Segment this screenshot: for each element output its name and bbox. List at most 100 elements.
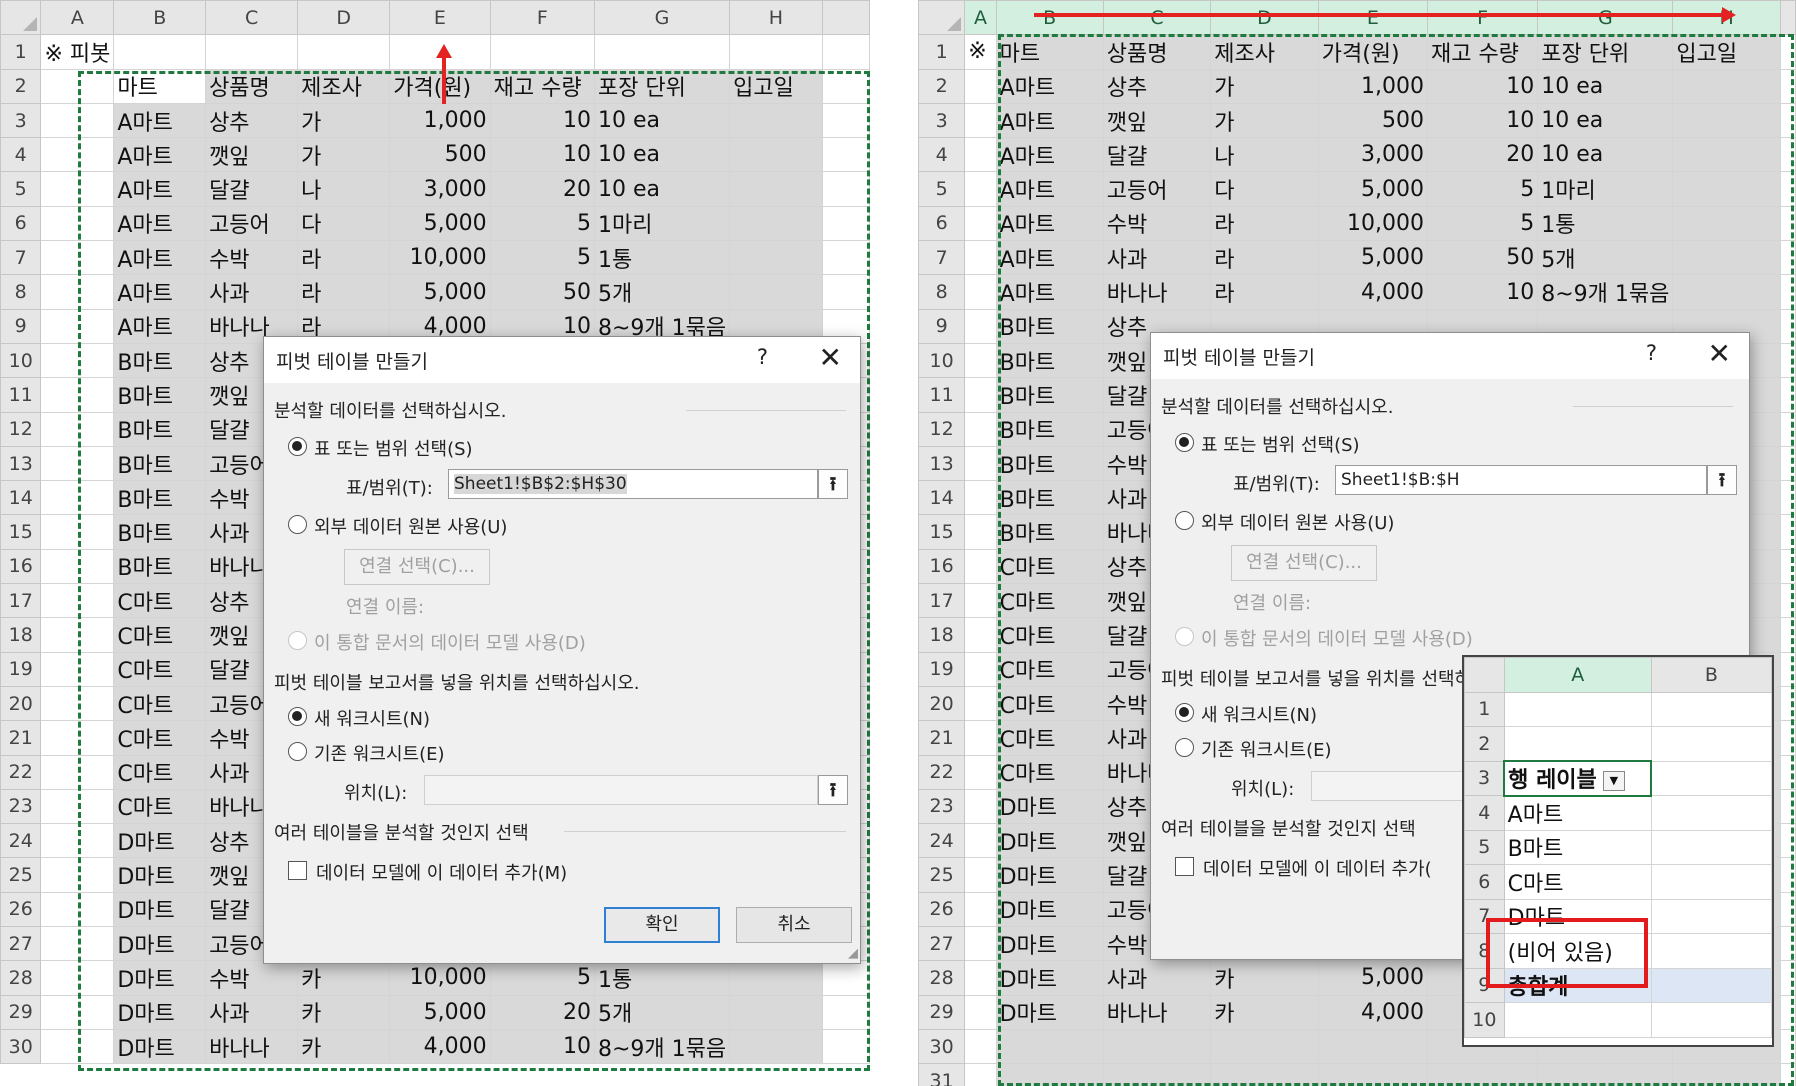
pivot-item[interactable]: B마트 bbox=[1503, 829, 1652, 865]
header-cell[interactable]: 포장 단위 bbox=[1537, 34, 1674, 70]
cell[interactable] bbox=[1779, 411, 1796, 447]
cell[interactable] bbox=[964, 617, 997, 653]
data-cell[interactable]: A마트 bbox=[113, 171, 207, 207]
data-cell[interactable]: 20 bbox=[489, 994, 595, 1030]
row-header[interactable]: 17 bbox=[918, 583, 966, 619]
cell[interactable] bbox=[1779, 1028, 1796, 1065]
data-cell[interactable]: B마트 bbox=[995, 411, 1104, 447]
help-icon[interactable]: ? bbox=[757, 345, 768, 369]
radio-table-range[interactable] bbox=[288, 437, 307, 456]
data-cell[interactable]: D마트 bbox=[995, 926, 1104, 962]
cell[interactable] bbox=[1317, 1063, 1428, 1086]
data-cell[interactable]: 가 bbox=[1210, 68, 1319, 104]
row-header[interactable]: 16 bbox=[918, 548, 966, 585]
pivot-cell[interactable] bbox=[1650, 760, 1772, 796]
cell[interactable] bbox=[1102, 1028, 1212, 1065]
data-cell[interactable]: B마트 bbox=[113, 342, 207, 379]
data-cell[interactable]: 10 bbox=[489, 1028, 595, 1065]
data-cell[interactable]: D마트 bbox=[995, 788, 1104, 825]
data-cell[interactable]: 1통 bbox=[1537, 205, 1674, 242]
cell[interactable] bbox=[821, 171, 870, 207]
cell[interactable] bbox=[1779, 308, 1796, 344]
title-cell[interactable]: ※ 피봇 bbox=[40, 34, 115, 70]
choose-connection-button[interactable]: 연결 선택(C)... bbox=[344, 549, 490, 585]
row-header[interactable]: 3 bbox=[1464, 760, 1505, 796]
data-cell[interactable]: 사과 bbox=[205, 994, 299, 1030]
cell[interactable] bbox=[40, 720, 115, 756]
row-header[interactable]: 15 bbox=[918, 514, 966, 550]
data-cell[interactable] bbox=[1672, 240, 1781, 276]
cell[interactable] bbox=[821, 68, 870, 104]
pivot-cell[interactable] bbox=[1650, 898, 1772, 934]
data-cell[interactable]: 5 bbox=[489, 205, 595, 242]
row-header[interactable]: 5 bbox=[0, 171, 42, 207]
data-cell[interactable]: 10 ea bbox=[593, 137, 731, 173]
row-header[interactable]: 2 bbox=[0, 68, 42, 104]
cell[interactable] bbox=[729, 34, 823, 70]
pivot-item[interactable]: C마트 bbox=[1503, 864, 1652, 900]
data-cell[interactable]: A마트 bbox=[995, 205, 1104, 242]
row-header[interactable]: 8 bbox=[918, 274, 966, 310]
cell[interactable] bbox=[821, 994, 870, 1030]
data-cell[interactable]: 50 bbox=[1426, 240, 1539, 276]
data-cell[interactable]: A마트 bbox=[113, 240, 207, 276]
row-header[interactable]: 30 bbox=[0, 1028, 42, 1065]
data-cell[interactable]: 가 bbox=[1210, 102, 1319, 139]
row-header[interactable]: 4 bbox=[918, 137, 966, 173]
row-header[interactable]: 26 bbox=[0, 891, 42, 928]
cell[interactable] bbox=[1779, 960, 1796, 996]
cell[interactable] bbox=[1779, 445, 1796, 482]
cell[interactable] bbox=[1779, 754, 1796, 790]
cell[interactable] bbox=[964, 480, 997, 516]
data-cell[interactable]: B마트 bbox=[995, 342, 1104, 379]
row-header[interactable]: 26 bbox=[918, 891, 966, 928]
checkbox-add-data-model[interactable] bbox=[1175, 857, 1194, 876]
select-all-corner[interactable] bbox=[918, 0, 966, 36]
close-icon[interactable]: ✕ bbox=[819, 341, 842, 374]
cell[interactable] bbox=[40, 823, 115, 859]
data-cell[interactable]: 10 bbox=[489, 102, 595, 139]
data-cell[interactable]: 10,000 bbox=[389, 240, 491, 276]
row-header[interactable]: 22 bbox=[918, 754, 966, 790]
pivot-item[interactable]: A마트 bbox=[1503, 795, 1652, 831]
cell[interactable] bbox=[1779, 34, 1796, 70]
data-cell[interactable] bbox=[729, 994, 823, 1030]
radio-external-source[interactable] bbox=[1175, 511, 1194, 530]
cell[interactable] bbox=[964, 1028, 997, 1065]
row-header[interactable]: 23 bbox=[0, 788, 42, 825]
data-cell[interactable]: 4,000 bbox=[1317, 994, 1428, 1030]
cell[interactable] bbox=[40, 514, 115, 550]
data-cell[interactable]: 카 bbox=[297, 1028, 391, 1065]
data-cell[interactable]: 가 bbox=[297, 102, 391, 139]
data-cell[interactable]: D마트 bbox=[995, 960, 1104, 996]
cell[interactable] bbox=[40, 137, 115, 173]
pivot-cell[interactable] bbox=[1650, 726, 1772, 762]
data-cell[interactable]: D마트 bbox=[113, 823, 207, 859]
cell[interactable] bbox=[1779, 102, 1796, 139]
data-cell[interactable]: 5,000 bbox=[389, 994, 491, 1030]
data-cell[interactable]: 라 bbox=[297, 274, 391, 310]
cell[interactable] bbox=[40, 377, 115, 413]
column-header-a[interactable]: A bbox=[1503, 657, 1652, 693]
row-header[interactable]: 4 bbox=[0, 137, 42, 173]
row-header[interactable]: 24 bbox=[918, 823, 966, 859]
data-cell[interactable]: D마트 bbox=[113, 1028, 207, 1065]
radio-existing-worksheet[interactable] bbox=[1175, 738, 1194, 757]
row-header[interactable]: 10 bbox=[1464, 1002, 1505, 1038]
data-cell[interactable]: 3,000 bbox=[1317, 137, 1428, 173]
header-cell[interactable]: 제조사 bbox=[1210, 34, 1319, 70]
data-cell[interactable]: B마트 bbox=[995, 445, 1104, 482]
cell[interactable] bbox=[1779, 617, 1796, 653]
cell[interactable] bbox=[1779, 685, 1796, 722]
row-header[interactable]: 22 bbox=[0, 754, 42, 790]
cell[interactable] bbox=[964, 754, 997, 790]
cell[interactable] bbox=[1779, 1063, 1796, 1086]
row-header[interactable]: 20 bbox=[918, 685, 966, 722]
row-header[interactable]: 5 bbox=[918, 171, 966, 207]
data-cell[interactable]: D마트 bbox=[995, 994, 1104, 1030]
header-cell[interactable]: 마트 bbox=[995, 34, 1104, 70]
upload-arrow-icon[interactable]: ⭱ bbox=[1707, 465, 1737, 495]
cell[interactable] bbox=[964, 583, 997, 619]
cell[interactable] bbox=[1779, 788, 1796, 825]
data-cell[interactable]: 20 bbox=[489, 171, 595, 207]
